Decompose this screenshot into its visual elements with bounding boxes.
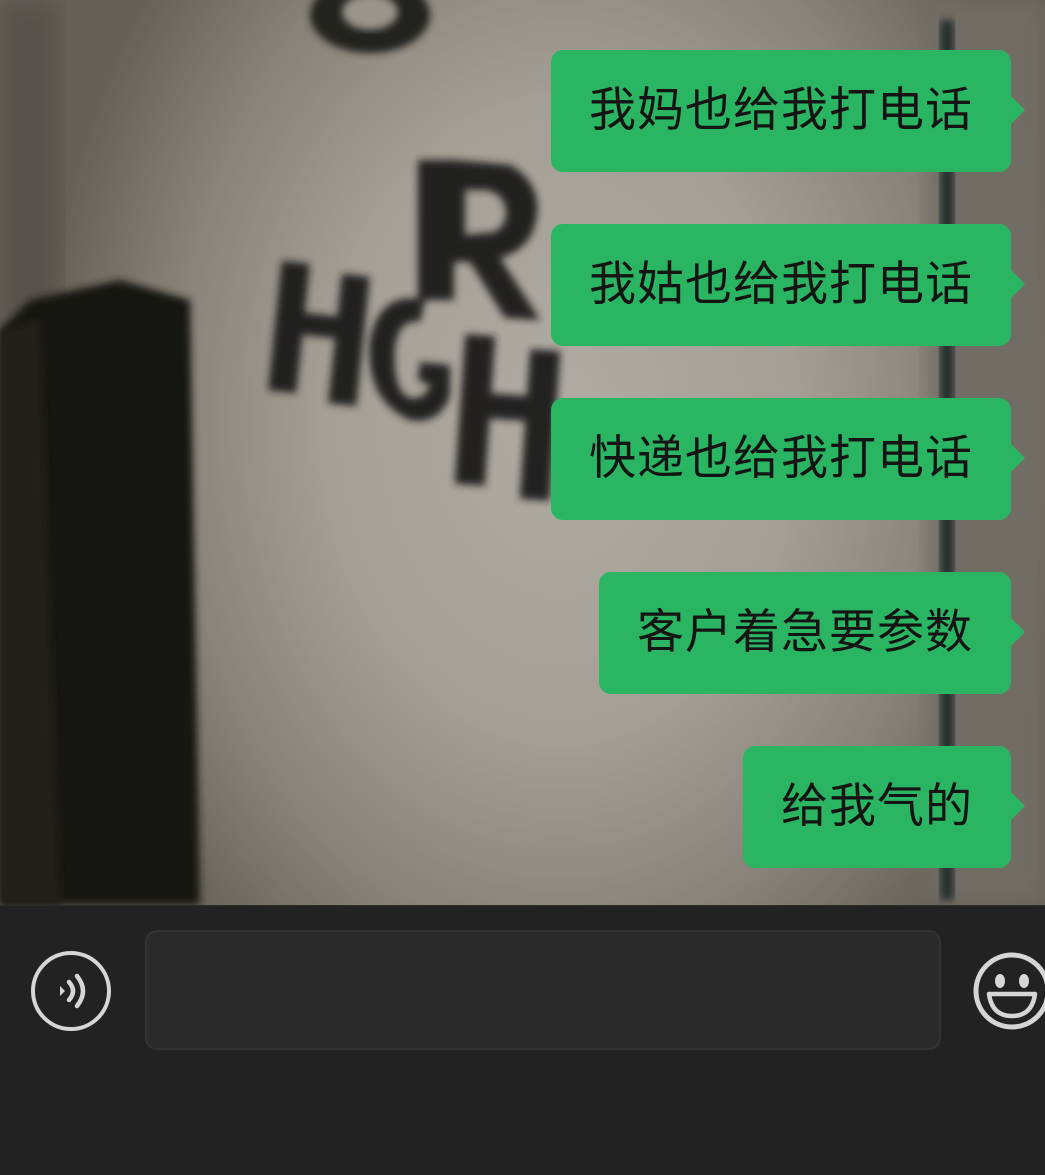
message-text: 我姑也给我打电话 [589, 257, 973, 312]
chat-input-bar [0, 905, 1045, 1175]
chat-screen: 我妈也给我打电话 我姑也给我打电话 快递也给我打电话 客户着急要参数 给我气的 [0, 0, 1045, 1175]
bubble-tail [1010, 791, 1025, 821]
bubble-tail [1010, 443, 1025, 473]
message-bubble[interactable]: 我姑也给我打电话 [551, 224, 1025, 346]
chat-message-area[interactable]: 我妈也给我打电话 我姑也给我打电话 快递也给我打电话 客户着急要参数 给我气的 [0, 0, 1045, 905]
bubble-tail [1010, 95, 1025, 125]
message-text: 给我气的 [781, 779, 973, 834]
message-text: 快递也给我打电话 [589, 431, 973, 486]
bubble-tail [1010, 617, 1025, 647]
emoji-icon[interactable] [972, 948, 1045, 1034]
voice-input-button[interactable] [31, 951, 111, 1031]
message-bubble[interactable]: 快递也给我打电话 [551, 398, 1025, 520]
voice-icon [60, 973, 86, 1009]
message-input[interactable] [145, 930, 941, 1050]
message-bubble[interactable]: 我妈也给我打电话 [551, 50, 1025, 172]
message-bubble[interactable]: 客户着急要参数 [599, 572, 1025, 694]
message-text: 我妈也给我打电话 [589, 83, 973, 138]
message-bubble[interactable]: 给我气的 [743, 746, 1025, 868]
bubble-tail [1010, 269, 1025, 299]
message-text: 客户着急要参数 [637, 605, 973, 660]
